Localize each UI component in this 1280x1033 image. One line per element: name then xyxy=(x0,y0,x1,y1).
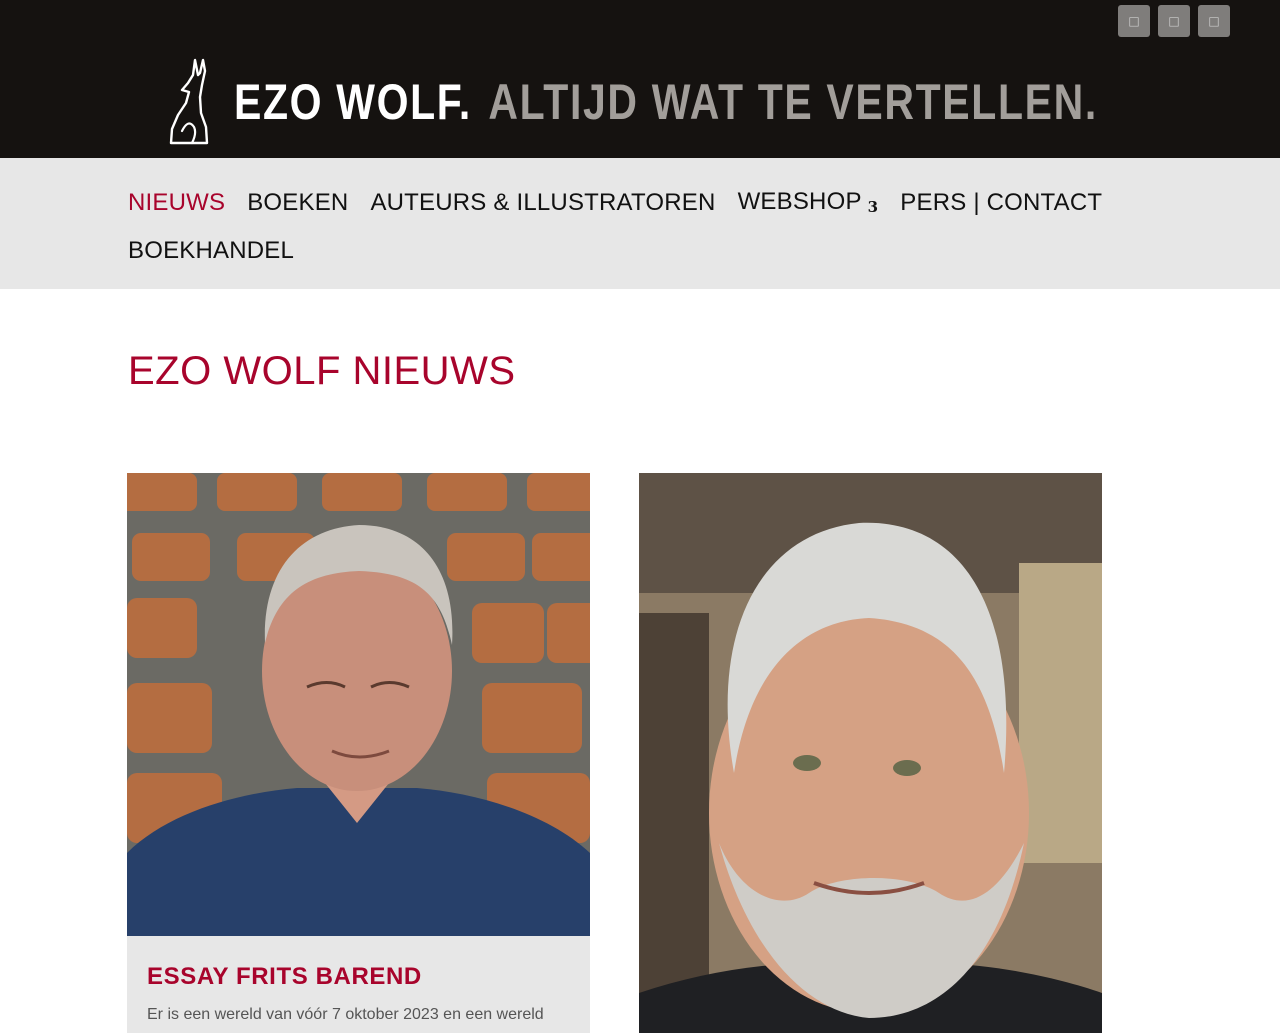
logo-tagline: ALTIJD WAT TE VERTELLEN. xyxy=(488,74,1098,130)
nav-item-boekhandel[interactable]: BOEKHANDEL xyxy=(128,231,294,271)
page-title: EZO WOLF NIEUWS xyxy=(128,349,516,393)
nav-item-pers-contact[interactable]: PERS | CONTACT xyxy=(900,183,1102,223)
nav-item-boeken[interactable]: BOEKEN xyxy=(247,183,348,223)
post-excerpt: Er is een wereld van vóór 7 oktober 2023… xyxy=(147,1006,544,1023)
post-photo[interactable] xyxy=(127,473,590,936)
nav-row: BOEKHANDEL xyxy=(128,231,1280,271)
news-card[interactable]: ESSAY FRITS BAREND Er is een wereld van … xyxy=(127,473,590,1033)
social-links: □ □ □ xyxy=(1118,5,1230,37)
main-navigation: NIEUWS BOEKEN AUTEURS & ILLUSTRATOREN WE… xyxy=(0,158,1280,289)
twitter-icon[interactable]: □ xyxy=(1158,5,1190,37)
site-header: □ □ □ EZO WOLF. ALTIJD WAT TE VERTELLEN. xyxy=(0,0,1280,158)
logo-wordmark: EZO WOLF. ALTIJD WAT TE VERTELLEN. xyxy=(234,77,1098,127)
instagram-icon[interactable]: □ xyxy=(1198,5,1230,37)
nav-row: NIEUWS BOEKEN AUTEURS & ILLUSTRATOREN WE… xyxy=(128,183,1280,223)
submenu-indicator-icon: 3 xyxy=(867,198,879,216)
news-card[interactable] xyxy=(639,473,1102,1033)
logo-brand: EZO WOLF. xyxy=(234,74,472,130)
nav-item-auteurs[interactable]: AUTEURS & ILLUSTRATOREN xyxy=(370,183,715,223)
nav-item-nieuws[interactable]: NIEUWS xyxy=(128,183,225,223)
card-body: ESSAY FRITS BAREND Er is een wereld van … xyxy=(127,936,590,1026)
post-photo[interactable] xyxy=(639,473,1102,1033)
wolf-logo-icon xyxy=(169,58,209,145)
site-logo[interactable]: EZO WOLF. ALTIJD WAT TE VERTELLEN. xyxy=(168,57,1280,147)
nav-item-webshop-label: WEBSHOP xyxy=(737,188,862,215)
post-title[interactable]: ESSAY FRITS BAREND xyxy=(147,962,570,992)
facebook-icon[interactable]: □ xyxy=(1118,5,1150,37)
nav-item-webshop[interactable]: WEBSHOP 3 xyxy=(738,182,879,224)
